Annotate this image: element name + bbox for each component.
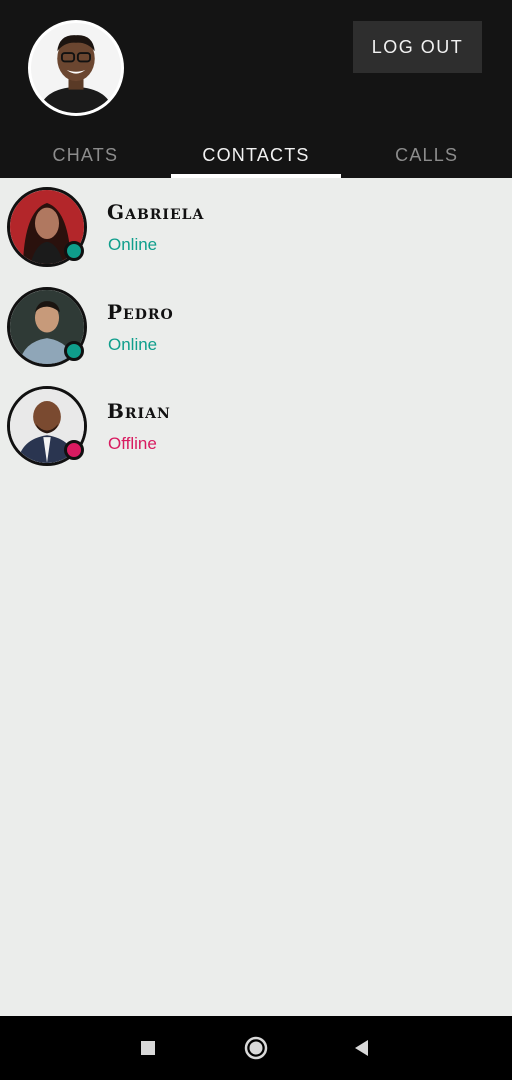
home-button[interactable] xyxy=(236,1016,276,1080)
app-header: LOG OUT CHATS CONTACTS CALLS xyxy=(0,0,512,178)
tab-bar: CHATS CONTACTS CALLS xyxy=(0,132,512,178)
triangle-back-icon xyxy=(355,1040,368,1056)
recents-button[interactable] xyxy=(128,1016,168,1080)
back-button[interactable] xyxy=(342,1016,382,1080)
status-dot xyxy=(64,241,84,261)
tab-contacts[interactable]: CONTACTS xyxy=(170,132,342,178)
square-icon xyxy=(141,1041,155,1055)
contact-item-pedro[interactable]: Pedro Online xyxy=(0,278,512,378)
circle-icon xyxy=(244,1036,268,1060)
profile-avatar[interactable] xyxy=(28,20,124,116)
contact-status: Online xyxy=(108,235,158,254)
logout-button[interactable]: LOG OUT xyxy=(353,21,482,73)
tab-chats[interactable]: CHATS xyxy=(0,132,171,178)
contact-status: Online xyxy=(108,334,158,354)
contact-item-brian[interactable]: Brian Offline xyxy=(0,377,512,477)
system-nav-bar xyxy=(0,1016,512,1080)
tab-calls[interactable]: CALLS xyxy=(341,132,512,178)
contact-name: Pedro xyxy=(107,299,174,324)
status-dot xyxy=(64,340,84,361)
contact-name: Brian xyxy=(107,399,171,423)
contact-item-gabriela[interactable]: Gabriela Online xyxy=(0,178,512,278)
contact-name: Gabriela xyxy=(107,200,205,224)
status-dot xyxy=(64,440,84,460)
contact-status: Offline xyxy=(108,434,157,453)
profile-photo-icon xyxy=(31,23,121,113)
contact-list: Gabriela Online Pedro Online Brian Offli… xyxy=(0,178,512,477)
